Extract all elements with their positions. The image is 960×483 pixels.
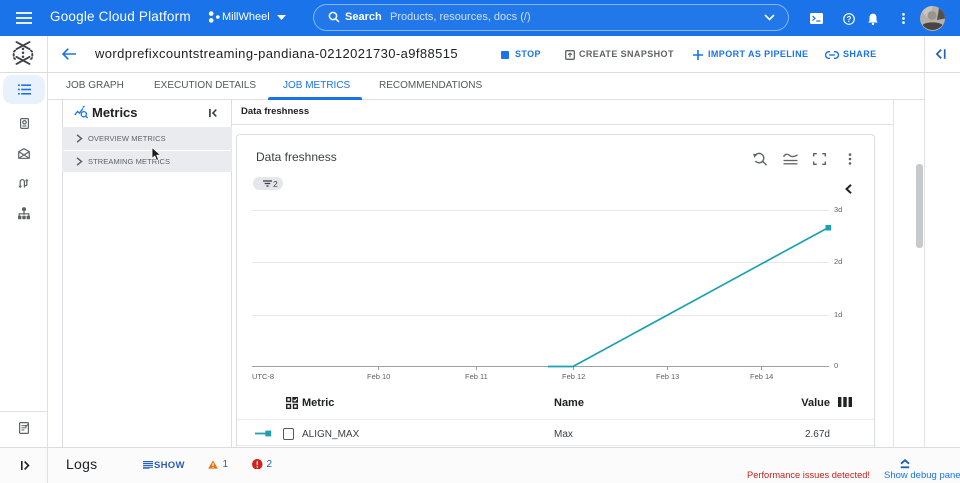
svg-text:?: ? — [847, 15, 852, 24]
